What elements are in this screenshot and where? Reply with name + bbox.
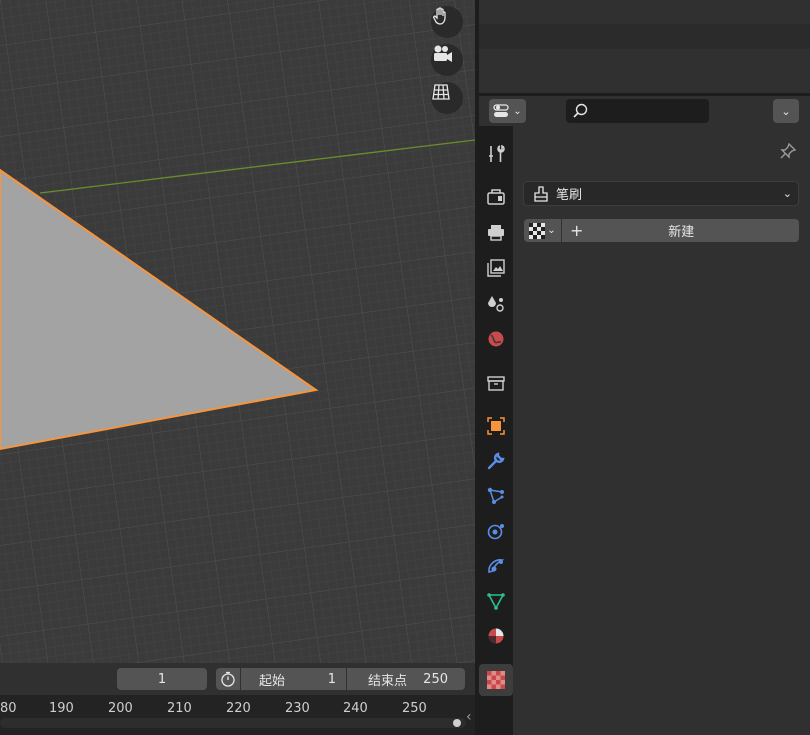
particles-icon	[487, 487, 504, 504]
plus-icon: +	[570, 220, 584, 240]
tab-physics[interactable]	[483, 518, 509, 544]
ortho-grid-button[interactable]	[431, 82, 463, 114]
properties-editor-icon	[493, 104, 509, 117]
scrollbar-handle[interactable]	[453, 719, 461, 727]
ruler-tick: 250	[402, 701, 427, 716]
tab-texture[interactable]	[479, 664, 513, 696]
ruler-tick: 190	[49, 701, 74, 716]
end-frame-field[interactable]: 结束点 250	[347, 668, 465, 690]
3d-viewport[interactable]	[0, 0, 475, 663]
ruler-tick: 80	[0, 701, 17, 716]
tab-particles[interactable]	[483, 483, 509, 509]
tab-collection[interactable]	[483, 370, 509, 396]
search-icon	[573, 103, 588, 118]
chevron-down-icon: ⌄	[513, 105, 522, 117]
outliner-row[interactable]	[479, 49, 810, 74]
timeline-header: 1 起始 1 结束点 250	[0, 663, 475, 695]
tab-render[interactable]	[483, 184, 509, 210]
auto-keying-toggle[interactable]	[216, 668, 240, 690]
chevron-down-icon: ⌄	[547, 225, 556, 236]
search-input[interactable]	[566, 99, 709, 123]
checker-texture-icon	[529, 222, 546, 239]
start-frame-value: 1	[327, 671, 336, 687]
tab-data[interactable]	[483, 588, 509, 614]
start-frame-label: 起始	[259, 673, 286, 689]
ruler-tick: 220	[226, 701, 251, 716]
viewport-grid	[0, 0, 475, 663]
pan-hand-button[interactable]	[431, 6, 463, 38]
properties-header: ⌄ ⌄	[479, 96, 810, 126]
grid-icon	[432, 84, 450, 100]
tab-scene[interactable]	[483, 290, 509, 316]
tab-output[interactable]	[483, 219, 509, 245]
chevron-down-icon: ⌄	[781, 104, 791, 118]
tab-view-layer[interactable]	[483, 255, 509, 281]
timeline-ruler[interactable]: 80 190 200 210 220 230 240 250 ‹	[0, 695, 475, 735]
ruler-tick: 200	[108, 701, 133, 716]
texture-properties-panel: 笔刷 ⌄ ⌄ + 新建	[513, 126, 810, 735]
output-icon	[488, 225, 504, 241]
options-menu-button[interactable]: ⌄	[773, 99, 799, 123]
end-frame-value: 250	[423, 671, 448, 687]
pin-button[interactable]	[777, 140, 799, 162]
outliner-row[interactable]	[479, 24, 810, 49]
material-icon	[488, 628, 504, 644]
tab-world[interactable]	[483, 326, 509, 352]
scene-icon	[488, 296, 504, 312]
new-button-label: 新建	[668, 225, 695, 240]
stopwatch-icon	[221, 671, 235, 687]
physics-icon	[487, 524, 504, 540]
brush-label: 笔刷	[556, 188, 583, 203]
end-frame-label: 结束点	[368, 673, 408, 689]
chevron-down-icon: ⌄	[782, 187, 792, 200]
tab-object[interactable]	[483, 413, 509, 439]
object-icon	[487, 417, 505, 435]
view-layer-icon	[487, 259, 505, 277]
tool-icon	[489, 144, 505, 162]
modifier-icon	[487, 452, 505, 470]
properties-tabs	[479, 126, 513, 735]
world-icon	[488, 331, 504, 347]
brush-icon	[534, 185, 548, 202]
tab-material[interactable]	[483, 623, 509, 649]
collapse-arrow-icon[interactable]: ‹	[466, 709, 472, 725]
data-icon	[487, 593, 505, 610]
start-frame-field[interactable]: 起始 1	[241, 668, 346, 690]
ruler-tick: 210	[167, 701, 192, 716]
camera-view-button[interactable]	[431, 44, 463, 76]
texture-icon	[487, 671, 505, 689]
editor-type-menu[interactable]: ⌄	[489, 99, 526, 123]
brush-selector[interactable]: 笔刷 ⌄	[523, 181, 799, 206]
tab-constraints[interactable]	[483, 553, 509, 579]
new-texture-button[interactable]: + 新建	[562, 219, 799, 242]
pin-icon	[780, 142, 797, 159]
collection-icon	[487, 376, 505, 391]
texture-browse-button[interactable]: ⌄	[524, 219, 561, 242]
hand-icon	[433, 7, 446, 25]
render-icon	[487, 189, 505, 205]
camera-icon	[434, 45, 452, 62]
ruler-tick: 240	[343, 701, 368, 716]
ruler-tick: 230	[285, 701, 310, 716]
tab-tool[interactable]	[483, 141, 509, 167]
tab-modifiers[interactable]	[483, 448, 509, 474]
outliner-area	[479, 0, 810, 93]
current-frame-field[interactable]: 1	[117, 668, 207, 690]
constraints-icon	[488, 559, 505, 573]
timeline-scrollbar[interactable]	[0, 718, 466, 728]
